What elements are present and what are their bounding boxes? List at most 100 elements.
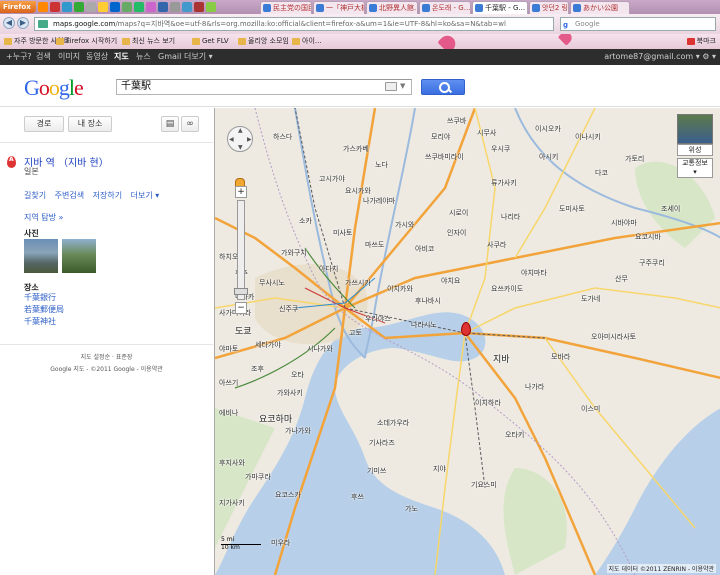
app-tab-icon[interactable] [50, 2, 60, 12]
place-link[interactable]: 千葉銀行 [24, 292, 56, 303]
link-icon[interactable]: ∞ [181, 116, 199, 132]
back-icon[interactable]: ◀ [3, 17, 15, 29]
keyboard-icon[interactable] [385, 82, 397, 91]
gbar-item[interactable]: +누구? [6, 49, 32, 65]
gbar-item[interactable]: 뉴스 [136, 49, 151, 65]
place-link[interactable]: 若葉郵便局 [24, 304, 64, 315]
browser-tab-active[interactable]: 千葉駅 - G... [472, 1, 528, 14]
map-canvas[interactable]: 하스다 가스카베 노다 쓰쿠바미라이 우시쿠 류가사키 아시키 요시카와 고시가… [214, 108, 720, 575]
my-places-button[interactable]: 내 장소 [68, 116, 112, 132]
app-tab-icon[interactable] [110, 2, 120, 12]
photo-thumbnail[interactable] [62, 239, 96, 273]
footer-links[interactable]: 지도 설정순 · 표준장 [0, 352, 213, 361]
app-tab-icon[interactable] [134, 2, 144, 12]
search-nearby-link[interactable]: 주변검색 [55, 191, 84, 200]
browser-tab[interactable]: 民主党の国民 [260, 1, 312, 14]
app-tab-icon[interactable] [86, 2, 96, 12]
place-marker-icon [7, 156, 16, 168]
browser-tab[interactable]: あかい公園 [570, 1, 630, 14]
tab-favicon-icon [532, 4, 540, 12]
more-link[interactable]: 더보기 ▾ [131, 191, 160, 200]
app-tab-icon[interactable] [98, 2, 108, 12]
satellite-button[interactable]: 위성 [677, 144, 713, 156]
google-logo[interactable]: Google [24, 75, 84, 101]
map-label: 가나가와 [285, 427, 311, 435]
place-link[interactable]: 千葉神社 [24, 316, 56, 327]
bookmark-item[interactable]: 아이... [292, 34, 322, 49]
map-label: 도미사토 [559, 205, 585, 213]
forward-icon[interactable]: ▶ [17, 17, 29, 29]
map-label: 소데가우라 [377, 419, 410, 427]
bookmark-item[interactable]: Firefox 시작하기 [56, 34, 117, 49]
app-tab-icon[interactable] [206, 2, 216, 12]
maps-search-input[interactable]: 千葉駅 [116, 79, 412, 95]
explore-nearby-link[interactable]: 지역 탐방 » [24, 212, 63, 223]
scale-miles: 5 mi [221, 536, 235, 543]
map-label: 기사라즈 [369, 439, 395, 447]
app-tab-icon[interactable] [182, 2, 192, 12]
app-tab-icon[interactable] [122, 2, 132, 12]
app-tab-icon[interactable] [146, 2, 156, 12]
browser-tab[interactable]: 앗던2 링 [529, 1, 569, 14]
map-label: 류가사키 [491, 179, 517, 187]
pan-up-icon[interactable]: ▲ [238, 127, 243, 134]
scale-km: 10 km [221, 544, 240, 551]
save-link[interactable]: 저장하기 [93, 191, 122, 200]
bookmark-item[interactable]: 최신 뉴스 보기 [122, 34, 175, 49]
zoom-out-button[interactable]: − [235, 302, 247, 314]
app-tab-icon[interactable] [170, 2, 180, 12]
account-area[interactable]: artome87@gmail.com ▾ ⚙ ▾ [604, 49, 716, 65]
app-tab-icon[interactable] [62, 2, 72, 12]
search-button[interactable] [421, 79, 465, 95]
url-field[interactable]: maps.google.com/maps?q=지바역&oe=utf-8&rls=… [34, 17, 554, 31]
gbar-item[interactable]: 동영상 [86, 49, 108, 65]
gbar-item[interactable]: 더보기 ▾ [184, 49, 213, 65]
pan-down-icon[interactable]: ▼ [238, 144, 243, 151]
pan-control[interactable]: ▲ ▼ ◀ ▶ [227, 126, 253, 152]
app-tab-icon[interactable] [74, 2, 84, 12]
place-actions: 길찾기 주변검색 저장하기 더보기 ▾ [24, 190, 165, 201]
location-marker-icon[interactable] [461, 322, 471, 336]
browser-tab[interactable]: 온도래 - G... [419, 1, 471, 14]
bookmarks-menu[interactable]: 북마크 [686, 34, 716, 49]
app-tab-icon[interactable] [38, 2, 48, 12]
map-copyright[interactable]: 지도 데이터 ©2011 ZENRIN - 이용약관 [606, 564, 716, 573]
map-label: 아다치 [319, 265, 339, 273]
gbar-item[interactable]: 검색 [36, 49, 51, 65]
gbar-item-selected[interactable]: 지도 [114, 49, 129, 65]
tab-favicon-icon [573, 4, 581, 12]
bookmark-item[interactable]: 올리앙 소모임 [238, 34, 289, 49]
browser-search-field[interactable]: g Google [560, 17, 716, 31]
map-label: 노다 [375, 161, 388, 169]
browser-tab[interactable]: 一「神戸大橋 - [313, 1, 365, 14]
map-label: 쓰쿠바 [447, 117, 467, 125]
map-label: 시로이 [449, 209, 469, 217]
map-label: 지가사키 [219, 499, 245, 507]
photo-thumbnail[interactable] [24, 239, 58, 273]
map-label: 후쓰 [351, 493, 364, 501]
zoom-slider[interactable] [237, 200, 245, 300]
gear-icon[interactable]: ⚙ ▾ [702, 52, 716, 61]
directions-button[interactable]: 경로 [24, 116, 64, 132]
gbar-item[interactable]: Gmail [158, 49, 181, 65]
gbar-item[interactable]: 이미지 [58, 49, 80, 65]
zoom-slider-handle[interactable] [234, 288, 248, 295]
directions-link[interactable]: 길찾기 [24, 191, 46, 200]
pan-left-icon[interactable]: ◀ [229, 136, 234, 143]
browser-tab[interactable]: 北野異人館... [366, 1, 418, 14]
map-label: 나가라 [525, 383, 545, 391]
pan-right-icon[interactable]: ▶ [247, 136, 252, 143]
traffic-button[interactable]: 교통정보 ▾ [677, 158, 713, 178]
map-label: 미우라 [271, 539, 291, 547]
firefox-menu-button[interactable]: Firefox [0, 1, 36, 13]
print-icon[interactable]: ▤ [161, 116, 179, 132]
app-tab-strip [38, 2, 216, 12]
app-tab-icon[interactable] [194, 2, 204, 12]
chevron-down-icon[interactable]: ▼ [400, 82, 405, 90]
account-email[interactable]: artome87@gmail.com ▾ [604, 52, 700, 61]
app-tab-icon[interactable] [158, 2, 168, 12]
bookmark-item[interactable]: Get FLV [192, 34, 229, 49]
zoom-in-button[interactable]: + [235, 186, 247, 198]
satellite-thumbnail[interactable] [677, 114, 713, 144]
map-label: 가시와 [395, 221, 415, 229]
